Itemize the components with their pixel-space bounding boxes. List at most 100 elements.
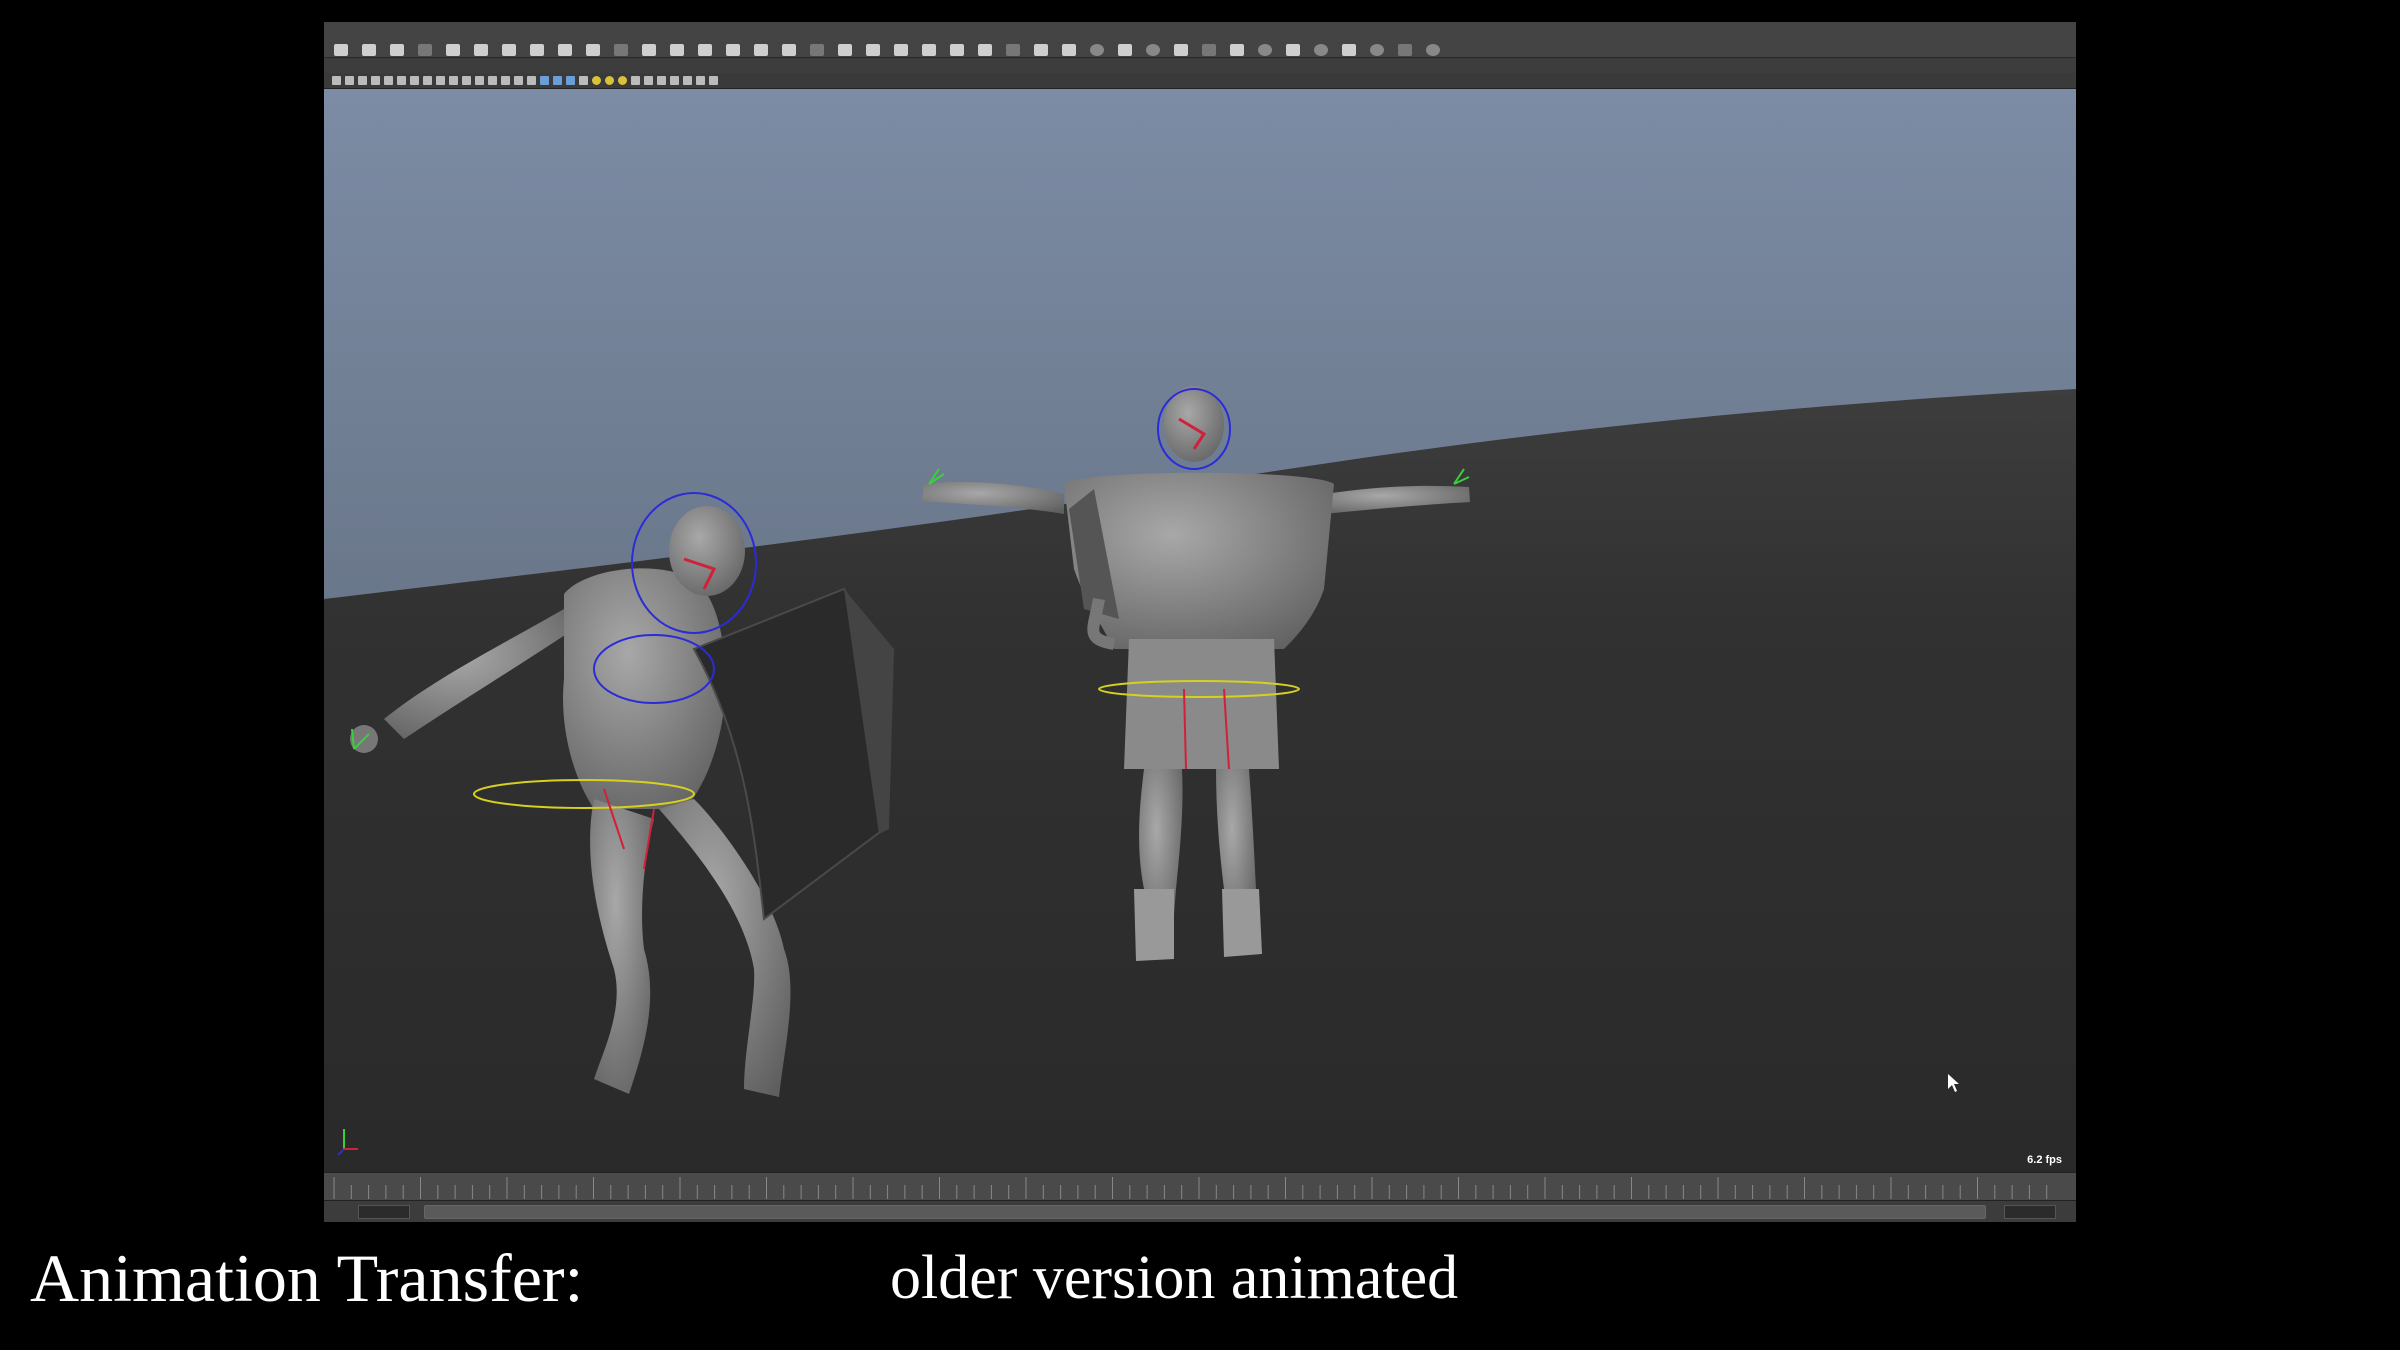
tool-glyph-icon [530, 44, 544, 56]
shelf-tool-icon[interactable] [748, 25, 774, 57]
tool-glyph-icon [1034, 44, 1048, 56]
panel-tool-icon[interactable] [371, 76, 380, 85]
panel-tool-icon[interactable] [657, 76, 666, 85]
shelf-tool-icon[interactable] [916, 25, 942, 57]
tool-glyph-icon [1314, 44, 1328, 56]
panel-toolbar [324, 73, 2076, 89]
shelf-tool-icon[interactable] [1196, 25, 1222, 57]
range-slider-bar[interactable] [424, 1205, 1986, 1219]
range-start-field[interactable] [358, 1205, 410, 1219]
shelf-tool-icon[interactable] [1308, 25, 1334, 57]
panel-tool-icon[interactable] [345, 76, 354, 85]
shelf-tool-icon[interactable] [440, 25, 466, 57]
tool-glyph-icon [782, 44, 796, 56]
shelf-tool-icon[interactable] [496, 25, 522, 57]
shelf-tool-icon[interactable] [972, 25, 998, 57]
panel-tool-icon[interactable] [384, 76, 393, 85]
shelf-tool-icon[interactable] [1364, 25, 1390, 57]
tool-glyph-icon [1342, 44, 1356, 56]
shelf-tool-icon[interactable] [1392, 25, 1418, 57]
panel-tool-icon[interactable] [527, 76, 536, 85]
tool-glyph-icon [1230, 44, 1244, 56]
shelf-tool-icon[interactable] [412, 25, 438, 57]
shelf-tool-icon[interactable] [776, 25, 802, 57]
shelf-tool-icon[interactable] [552, 25, 578, 57]
panel-tool-icon[interactable] [475, 76, 484, 85]
panel-tool-icon[interactable] [618, 76, 627, 85]
tool-glyph-icon [1258, 44, 1272, 56]
shelf-tool-icon[interactable] [1420, 25, 1446, 57]
tool-glyph-icon [418, 44, 432, 56]
shelf-tool-icon[interactable] [1252, 25, 1278, 57]
panel-tool-icon[interactable] [501, 76, 510, 85]
shelf-tool-icon[interactable] [1224, 25, 1250, 57]
shelf-tool-icon[interactable] [468, 25, 494, 57]
shelf-tool-icon[interactable] [384, 25, 410, 57]
shelf-tool-icon[interactable] [860, 25, 886, 57]
tool-glyph-icon [894, 44, 908, 56]
range-slider[interactable] [324, 1200, 2076, 1222]
tool-glyph-icon [474, 44, 488, 56]
panel-tool-icon[interactable] [397, 76, 406, 85]
tool-glyph-icon [670, 44, 684, 56]
shelf-tool-icon[interactable] [1280, 25, 1306, 57]
3d-viewport[interactable]: 6.2 fps [324, 89, 2076, 1172]
panel-tool-icon[interactable] [449, 76, 458, 85]
panel-tool-icon[interactable] [540, 76, 549, 85]
shelf-tool-icon[interactable] [608, 25, 634, 57]
panel-tool-icon[interactable] [605, 76, 614, 85]
panel-tool-icon[interactable] [670, 76, 679, 85]
panel-tool-icon[interactable] [358, 76, 367, 85]
time-slider-ticks [333, 1177, 2048, 1199]
panel-tool-icon[interactable] [644, 76, 653, 85]
shelf-tool-icon[interactable] [1084, 25, 1110, 57]
tool-glyph-icon [1398, 44, 1412, 56]
shelf-tool-icon[interactable] [328, 25, 354, 57]
shelf-tool-icon[interactable] [356, 25, 382, 57]
tool-glyph-icon [978, 44, 992, 56]
panel-tool-icon[interactable] [709, 76, 718, 85]
panel-tool-icon[interactable] [423, 76, 432, 85]
panel-tool-icon[interactable] [436, 76, 445, 85]
viewport-scene [324, 89, 2076, 1172]
shelf-tool-icon[interactable] [580, 25, 606, 57]
shelf-tool-icon[interactable] [692, 25, 718, 57]
tool-glyph-icon [838, 44, 852, 56]
shelf-tool-icon[interactable] [804, 25, 830, 57]
shelf-tool-icon[interactable] [664, 25, 690, 57]
shelf-tool-icon[interactable] [1028, 25, 1054, 57]
panel-tool-icon[interactable] [592, 76, 601, 85]
shelf-tool-icon[interactable] [888, 25, 914, 57]
shelf-tool-icon[interactable] [1336, 25, 1362, 57]
tool-glyph-icon [1062, 44, 1076, 56]
shelf-tool-icon[interactable] [720, 25, 746, 57]
shelf-tool-icon[interactable] [636, 25, 662, 57]
shelf-tool-icon[interactable] [944, 25, 970, 57]
panel-tool-icon[interactable] [631, 76, 640, 85]
tool-glyph-icon [726, 44, 740, 56]
panel-tool-icon[interactable] [462, 76, 471, 85]
shelf-tool-icon[interactable] [1168, 25, 1194, 57]
panel-tool-icon[interactable] [332, 76, 341, 85]
shelf-tool-icon[interactable] [1000, 25, 1026, 57]
shelf-tool-icon[interactable] [832, 25, 858, 57]
tool-glyph-icon [1426, 44, 1440, 56]
panel-tool-icon[interactable] [553, 76, 562, 85]
panel-tool-icon[interactable] [683, 76, 692, 85]
range-end-field[interactable] [2004, 1205, 2056, 1219]
panel-tool-icon[interactable] [696, 76, 705, 85]
panel-tool-icon[interactable] [514, 76, 523, 85]
shelf-tool-icon[interactable] [1140, 25, 1166, 57]
panel-tool-icon[interactable] [579, 76, 588, 85]
panel-tool-icon[interactable] [566, 76, 575, 85]
panel-tool-icon[interactable] [410, 76, 419, 85]
time-slider[interactable] [324, 1172, 2076, 1201]
tool-glyph-icon [586, 44, 600, 56]
shelf-tool-icon[interactable] [524, 25, 550, 57]
tool-glyph-icon [1286, 44, 1300, 56]
tool-glyph-icon [1370, 44, 1384, 56]
panel-tool-icon[interactable] [488, 76, 497, 85]
shelf-tool-icon[interactable] [1112, 25, 1138, 57]
shelf-tool-icon[interactable] [1056, 25, 1082, 57]
tool-glyph-icon [390, 44, 404, 56]
